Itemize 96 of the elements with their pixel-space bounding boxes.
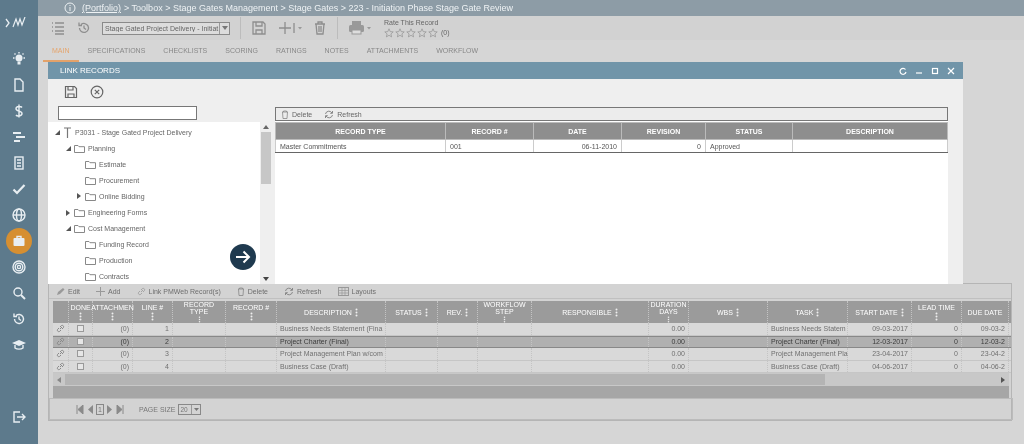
star-icon	[384, 27, 394, 38]
checkbox[interactable]	[77, 338, 84, 346]
save-icon[interactable]	[251, 20, 267, 36]
star-icon	[395, 27, 405, 38]
scroll-left-icon[interactable]	[57, 376, 61, 383]
add-icon[interactable]	[277, 20, 303, 36]
fingerprint-icon	[11, 259, 27, 275]
lightbulb-icon	[11, 51, 27, 67]
arrow-right-icon[interactable]	[230, 244, 256, 270]
kebab-icon[interactable]	[79, 311, 82, 321]
last-page-icon[interactable]	[116, 404, 124, 414]
scrollbar[interactable]	[260, 122, 272, 284]
refresh-icon[interactable]	[899, 66, 907, 75]
folder-icon	[74, 224, 85, 234]
kebab-icon[interactable]	[667, 316, 670, 323]
kebab-icon[interactable]	[503, 316, 506, 323]
collapsed-arrow-icon[interactable]	[77, 193, 81, 200]
refresh-icon	[284, 286, 294, 296]
search-field[interactable]	[58, 106, 197, 120]
checkbox[interactable]	[77, 362, 84, 370]
kebab-icon[interactable]	[249, 311, 253, 321]
trash-icon	[236, 286, 245, 296]
checkbox[interactable]	[77, 350, 84, 358]
checkmark-icon	[11, 181, 27, 197]
scroll-right-icon[interactable]	[1001, 376, 1005, 383]
building-icon	[11, 155, 27, 171]
trash-icon	[281, 109, 289, 119]
kebab-icon[interactable]	[197, 316, 201, 323]
expanded-arrow-icon[interactable]	[54, 129, 60, 135]
collapsed-arrow-icon[interactable]	[66, 209, 70, 216]
history-icon[interactable]	[76, 20, 92, 36]
dialog-title: LINK RECORDS	[60, 66, 120, 75]
link-icon[interactable]	[56, 349, 65, 359]
list-icon[interactable]	[50, 20, 66, 36]
breadcrumb-link[interactable]: (Portfolio)	[82, 3, 121, 13]
pencil-icon	[56, 286, 65, 296]
trash-icon[interactable]	[313, 20, 327, 36]
grid-icon	[337, 286, 349, 296]
folder-icon	[85, 272, 96, 282]
kebab-icon[interactable]	[935, 311, 938, 321]
graduation-cap-icon	[11, 337, 27, 353]
kebab-icon[interactable]	[900, 307, 904, 317]
previous-page-icon[interactable]	[87, 404, 93, 414]
caret-icon	[193, 407, 199, 411]
close-icon[interactable]	[947, 66, 955, 75]
link-icon	[136, 286, 146, 296]
project-icon	[63, 126, 72, 138]
kebab-icon[interactable]	[354, 307, 358, 317]
info-icon[interactable]	[64, 2, 76, 14]
star-icon	[406, 27, 416, 38]
folder-icon	[85, 256, 96, 266]
history-icon	[11, 311, 27, 327]
gantt-icon	[11, 129, 27, 145]
kebab-icon[interactable]	[465, 307, 469, 317]
folder-icon	[85, 175, 96, 185]
scrollbar-thumb[interactable]	[261, 132, 271, 184]
kebab-icon[interactable]	[735, 307, 739, 317]
first-page-icon[interactable]	[76, 404, 84, 414]
kebab-icon[interactable]	[111, 311, 114, 321]
sidebar-item[interactable]	[6, 228, 32, 254]
plus-icon	[96, 286, 106, 296]
star-rating[interactable]	[384, 27, 438, 38]
kebab-icon[interactable]	[424, 307, 428, 317]
scrollbar-thumb[interactable]	[65, 374, 825, 385]
link-icon[interactable]	[56, 337, 65, 347]
document-icon	[11, 77, 27, 93]
expanded-arrow-icon[interactable]	[65, 226, 71, 232]
folder-icon	[85, 191, 96, 201]
star-icon	[417, 27, 427, 38]
kebab-icon[interactable]	[151, 311, 154, 321]
kebab-icon[interactable]	[614, 307, 618, 317]
globe-icon	[11, 207, 27, 223]
folder-icon	[85, 240, 96, 250]
folder-icon	[74, 143, 85, 153]
caret-icon	[221, 26, 228, 30]
expanded-arrow-icon[interactable]	[65, 145, 71, 151]
refresh-icon	[324, 109, 335, 119]
kebab-icon[interactable]	[816, 307, 820, 317]
link-icon[interactable]	[56, 361, 65, 371]
printer-icon[interactable]	[348, 20, 372, 36]
horizontal-scrollbar[interactable]	[53, 373, 1009, 386]
checkbox[interactable]	[77, 325, 84, 333]
cancel-icon[interactable]	[90, 84, 104, 99]
star-icon	[428, 27, 438, 38]
folder-icon	[74, 208, 85, 217]
logout-icon	[11, 409, 27, 425]
next-page-icon[interactable]	[107, 404, 113, 414]
link-icon[interactable]	[56, 324, 65, 334]
briefcase-icon	[11, 233, 27, 249]
search-icon	[11, 285, 27, 301]
save-icon[interactable]	[64, 84, 78, 99]
folder-icon	[85, 159, 96, 169]
scroll-down-icon[interactable]	[263, 277, 269, 281]
scroll-up-icon[interactable]	[263, 125, 269, 129]
breadcrumb-path: > Toolbox > Stage Gates Management > Stage Gates > 223 - Initiation Phase Stage Gate Review	[124, 3, 514, 13]
maximize-icon[interactable]	[931, 66, 939, 75]
